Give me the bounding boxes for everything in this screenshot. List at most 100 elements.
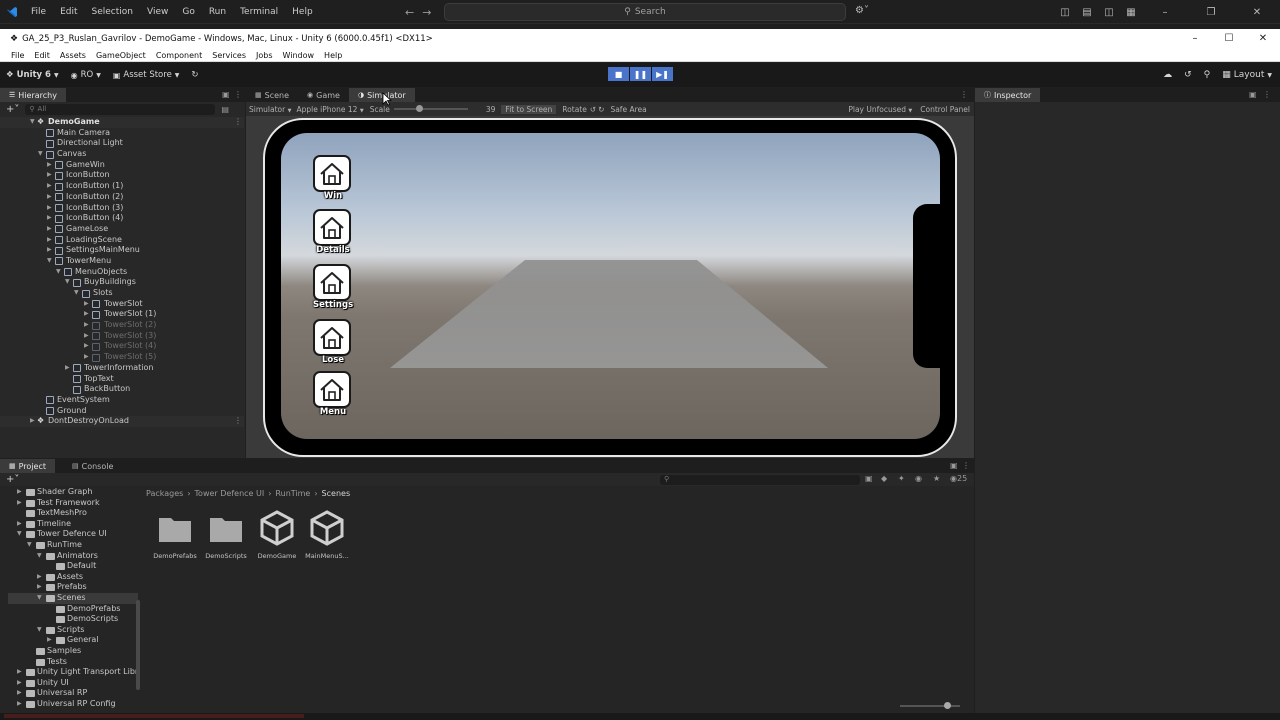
toggle-secondary-sidebar-icon[interactable]: ◫ — [1098, 7, 1120, 18]
layout-dropdown[interactable]: ▦ Layout ▼ — [1222, 70, 1272, 80]
unity-menu-component[interactable]: Component — [151, 51, 207, 60]
collapse-arrow-icon[interactable]: ▶ — [47, 192, 52, 203]
close-icon[interactable]: ✕ — [1234, 7, 1280, 18]
icon-size-slider-handle[interactable] — [944, 702, 951, 709]
hierarchy-item[interactable]: ▼ MenuObjects — [0, 267, 244, 278]
project-tree-item-selected[interactable]: ▼ Scenes — [8, 592, 138, 604]
collapse-arrow-icon[interactable]: ▶ — [17, 487, 22, 498]
vscode-menu-terminal[interactable]: Terminal — [233, 0, 285, 24]
vscode-menu-file[interactable]: File — [24, 0, 53, 24]
customize-layout-icon[interactable]: ▦ — [1120, 7, 1142, 18]
project-tree-item[interactable]: ▶ Unity Light Transport Libr — [8, 667, 138, 678]
project-tree-scrollbar[interactable] — [136, 600, 140, 690]
hierarchy-item[interactable]: ▼ TowerMenu — [0, 256, 244, 267]
expand-arrow-icon[interactable]: ▼ — [30, 117, 35, 128]
project-tree-item[interactable]: ▶ Universal RP Config — [8, 699, 138, 710]
menu-button[interactable]: Menu — [313, 371, 353, 417]
project-tree-item[interactable]: ▶ Universal RP — [8, 688, 138, 699]
hierarchy-item[interactable]: TopText — [0, 374, 244, 385]
tab-project[interactable]: ▦ Project — [0, 459, 55, 473]
favorite-icon[interactable]: ★ — [933, 474, 940, 483]
hierarchy-item[interactable]: Directional Light — [0, 138, 244, 149]
hierarchy-item[interactable]: ▼ Canvas — [0, 149, 244, 160]
hidden-packages-icon[interactable]: ◉ — [915, 474, 922, 483]
fit-to-screen-button[interactable]: Fit to Screen — [501, 104, 557, 114]
unity-menu-help[interactable]: Help — [319, 51, 347, 60]
expand-arrow-icon[interactable]: ▼ — [37, 593, 42, 604]
collapse-arrow-icon[interactable]: ▶ — [47, 245, 52, 256]
expand-arrow-icon[interactable]: ▼ — [37, 551, 42, 562]
collapse-arrow-icon[interactable]: ▶ — [37, 572, 42, 583]
hierarchy-item[interactable]: ▶ IconButton (1) — [0, 181, 244, 192]
hierarchy-item[interactable]: ▶ TowerSlot (2) — [0, 320, 244, 331]
expand-arrow-icon[interactable]: ▼ — [65, 277, 70, 288]
create-asset-button[interactable]: +˅ — [6, 474, 19, 485]
unity-menu-gameobject[interactable]: GameObject — [91, 51, 151, 60]
project-tree-item[interactable]: ▶ Prefabs — [8, 582, 138, 593]
unity-menu-window[interactable]: Window — [278, 51, 320, 60]
project-tree-item[interactable]: Tests — [8, 657, 138, 668]
project-tree-item[interactable]: DemoScripts — [8, 614, 138, 625]
kebab-menu-icon[interactable]: ⋮ — [1263, 90, 1271, 99]
hierarchy-item[interactable]: ▶ IconButton (3) — [0, 203, 244, 214]
collapse-arrow-icon[interactable]: ▶ — [47, 635, 52, 646]
hierarchy-item[interactable]: EventSystem — [0, 395, 244, 406]
collapse-arrow-icon[interactable]: ▶ — [47, 160, 52, 171]
unity-menu-jobs[interactable]: Jobs — [251, 51, 278, 60]
toggle-sidebar-icon[interactable]: ◫ — [1054, 7, 1076, 18]
settings-button[interactable]: Settings — [313, 264, 353, 310]
hierarchy-item[interactable]: ▶ TowerSlot (5) — [0, 352, 244, 363]
expand-arrow-icon[interactable]: ▼ — [56, 267, 61, 278]
device-dropdown[interactable]: Apple iPhone 12 ▼ — [296, 105, 363, 114]
collapse-arrow-icon[interactable]: ▶ — [84, 331, 89, 342]
hierarchy-item[interactable]: BackButton — [0, 384, 244, 395]
win-button[interactable]: Win — [313, 155, 353, 201]
unity-menu-file[interactable]: File — [6, 51, 29, 60]
project-tree-item[interactable]: Default — [8, 561, 138, 572]
hierarchy-item[interactable]: ▶ GameLose — [0, 224, 244, 235]
back-arrow-icon[interactable]: ← — [405, 6, 414, 19]
details-button[interactable]: Details — [313, 209, 353, 255]
play-focus-dropdown[interactable]: Play Unfocused ▼ — [848, 105, 912, 114]
collapse-arrow-icon[interactable]: ▶ — [47, 181, 52, 192]
scale-slider[interactable] — [393, 105, 468, 112]
kebab-menu-icon[interactable]: ⋮ — [962, 461, 970, 470]
hierarchy-item[interactable]: ▶ TowerSlot (4) — [0, 341, 244, 352]
expand-arrow-icon[interactable]: ▼ — [27, 540, 32, 551]
kebab-menu-icon[interactable]: ⋮ — [234, 90, 242, 99]
tab-console[interactable]: ▤ Console — [63, 459, 122, 473]
collapse-arrow-icon[interactable]: ▶ — [84, 320, 89, 331]
unity-menu-assets[interactable]: Assets — [55, 51, 91, 60]
tab-inspector[interactable]: ⓘ Inspector — [975, 88, 1041, 102]
collapse-arrow-icon[interactable]: ▶ — [47, 224, 52, 235]
expand-arrow-icon[interactable]: ▼ — [74, 288, 79, 299]
collapse-arrow-icon[interactable]: ▶ — [47, 203, 52, 214]
collapse-arrow-icon[interactable]: ▶ — [84, 341, 89, 352]
search-by-label-icon[interactable]: ◆ — [881, 474, 887, 483]
project-tree-item[interactable]: ▶ Unity UI — [8, 678, 138, 689]
hierarchy-item[interactable]: ▶ TowerSlot — [0, 299, 244, 310]
expand-arrow-icon[interactable]: ▼ — [37, 625, 42, 636]
hierarchy-item[interactable]: ▶ IconButton — [0, 170, 244, 181]
expand-arrow-icon[interactable]: ▼ — [38, 149, 43, 160]
copilot-icon[interactable]: ⚙˅ — [855, 5, 869, 16]
collapse-arrow-icon[interactable]: ▶ — [47, 213, 52, 224]
asset-scene[interactable]: DemoGame — [252, 510, 302, 560]
tab-scene[interactable]: ▦ Scene — [246, 88, 298, 102]
breadcrumb-item[interactable]: Packages — [146, 489, 183, 498]
project-tree-item[interactable]: ▼ RunTime — [8, 540, 138, 551]
project-tree-item[interactable]: ▶ Test Framework — [8, 498, 138, 509]
project-tree-item[interactable]: Samples — [8, 646, 138, 657]
lock-icon[interactable]: ▣ — [950, 461, 958, 470]
vscode-menu-view[interactable]: View — [140, 0, 175, 24]
project-tree-item[interactable]: DemoPrefabs — [8, 604, 138, 615]
kebab-menu-icon[interactable]: ⋮ — [234, 117, 242, 128]
cloud-services-icon[interactable]: ☁ — [1163, 70, 1172, 80]
hierarchy-item[interactable]: ▶ GameWin — [0, 160, 244, 171]
collapse-arrow-icon[interactable]: ▶ — [47, 235, 52, 246]
hierarchy-item[interactable]: Ground — [0, 406, 244, 417]
icon-size-slider[interactable] — [900, 702, 960, 709]
pause-button[interactable]: ❚❚ — [630, 67, 651, 81]
project-tree-item[interactable]: ▶ Assets — [8, 572, 138, 583]
history-icon[interactable]: ↺ — [1184, 70, 1192, 80]
